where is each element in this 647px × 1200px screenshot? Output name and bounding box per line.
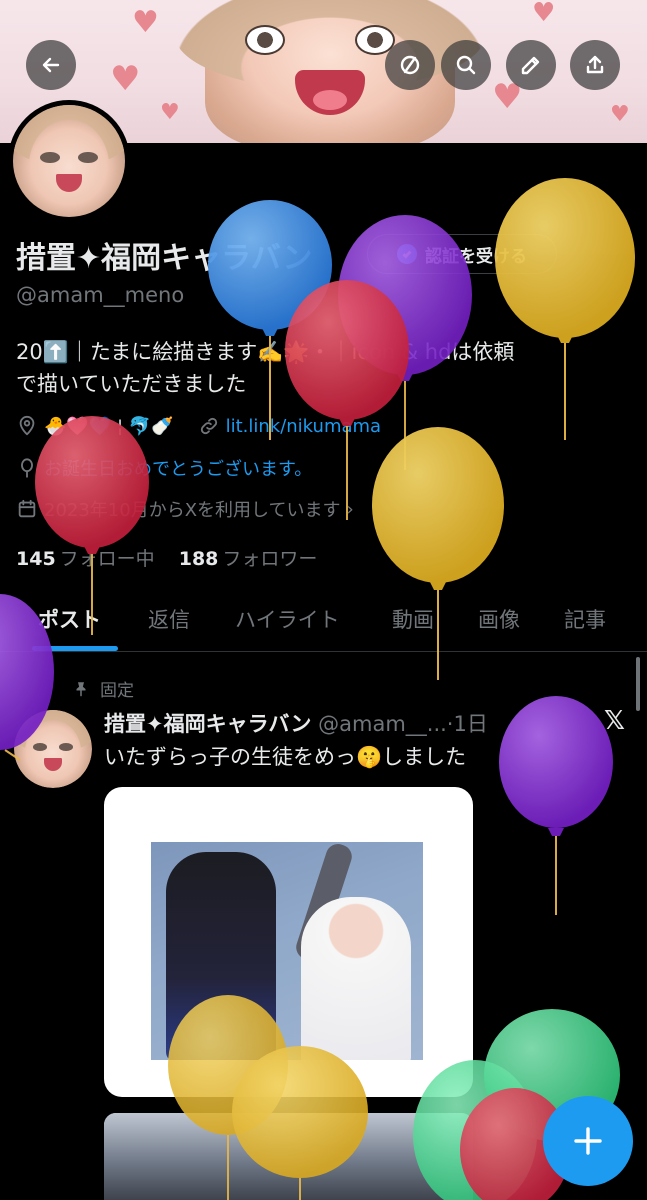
balloon-yellow-top-right [495, 178, 635, 440]
calendar-icon [18, 499, 36, 518]
get-verified-button[interactable]: 認証を受ける [367, 234, 557, 274]
share-upload-icon [586, 55, 604, 74]
post-author-name[interactable]: 措置✦福岡キャラバン [104, 712, 311, 736]
followers-link[interactable]: 188 フォロワー [179, 548, 318, 570]
pinned-label-row: 固定 [72, 676, 134, 701]
tab-highlights[interactable]: ハイライト [235, 604, 340, 634]
post-header: 措置✦福岡キャラバン @amam__...·1日 [104, 708, 488, 738]
following-link[interactable]: 145 フォロー中 [16, 548, 155, 570]
tab-articles[interactable]: 記事 [564, 604, 606, 634]
search-button[interactable] [441, 40, 491, 90]
location-text: 🐣🩷💙 ¦ 🐬🍼 [44, 415, 174, 437]
followers-count: 188 [178, 548, 219, 570]
circle-slash-icon [400, 55, 420, 75]
scrollbar[interactable] [636, 657, 640, 711]
tab-posts[interactable]: ポスト [38, 604, 101, 634]
following-count: 145 [16, 548, 56, 570]
profile-avatar[interactable] [8, 100, 130, 222]
joined-row[interactable]: 2023年10月からXを利用しています › [16, 496, 354, 522]
arrow-left-icon [42, 57, 60, 73]
profile-tabs: ポスト 返信 ハイライト 動画 画像 記事 [0, 594, 647, 652]
user-handle: @amam__meno [16, 283, 185, 307]
compose-button[interactable] [543, 1096, 633, 1186]
website-link[interactable]: lit.link/nikumama [226, 416, 382, 437]
tab-videos[interactable]: 動画 [392, 604, 434, 634]
followers-label: フォロワー [222, 548, 318, 570]
share-button[interactable] [570, 40, 620, 90]
follow-stats: 145 フォロー中 188 フォロワー [16, 544, 317, 571]
back-button[interactable] [26, 40, 76, 90]
post-meta: @amam__...·1日 [318, 712, 488, 736]
verified-badge-icon [397, 244, 417, 264]
cosplay-photo [151, 842, 423, 1060]
balloon-red-center [285, 280, 409, 520]
post-text: いたずらっ子の生徒をめっ🤫しました [104, 745, 467, 769]
display-name: 措置✦福岡キャラバン [16, 241, 313, 276]
birthday-row: お誕生日おめでとうございます。 [16, 455, 312, 481]
pencil-icon [521, 56, 540, 75]
bio-line-2: で描いていただきました [16, 372, 247, 396]
search-icon [456, 55, 476, 75]
get-verified-label: 認証を受ける [425, 246, 527, 267]
link-icon [200, 417, 217, 435]
post-author-avatar[interactable] [14, 710, 92, 788]
tab-images[interactable]: 画像 [478, 604, 520, 634]
post-media-image[interactable] [104, 787, 473, 1097]
bio: 20⬆️｜たまに絵描きます✍️🌟・｜icon & hdは依頼 で描いていただきま… [16, 336, 636, 400]
birthday-text: お誕生日おめでとうございます。 [44, 459, 313, 480]
pinned-text: 固定 [100, 681, 134, 701]
active-tab-indicator [32, 646, 118, 651]
following-label: フォロー中 [59, 548, 155, 570]
chevron-right-icon: › [346, 498, 354, 520]
profile-meta-row: 🐣🩷💙 ¦ 🐬🍼 lit.link/nikumama [16, 415, 381, 437]
block-button[interactable] [385, 40, 435, 90]
post-media-image-2[interactable] [104, 1113, 473, 1200]
edit-button[interactable] [506, 40, 556, 90]
balloon-purple-right [499, 696, 613, 915]
location-pin-icon [19, 415, 35, 436]
joined-text: 2023年10月からXを利用しています [44, 500, 341, 521]
x-logo-icon: 𝕏 [604, 706, 625, 736]
bio-line-1: 20⬆️｜たまに絵描きます✍️🌟・｜icon & hdは依頼 [16, 340, 515, 364]
pin-icon [76, 681, 86, 696]
plus-icon [574, 1127, 602, 1155]
tab-replies[interactable]: 返信 [148, 604, 190, 634]
balloon-icon [21, 458, 33, 478]
